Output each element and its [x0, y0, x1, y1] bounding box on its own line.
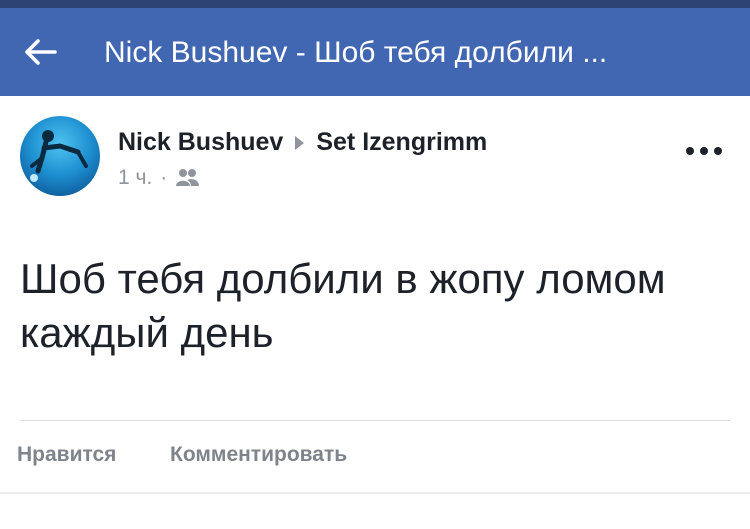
navigation-bar: Nick Bushuev - Шоб тебя долбили ...	[0, 8, 750, 96]
more-options-button[interactable]	[686, 144, 722, 158]
post-actions: Нравится Комментировать	[0, 421, 750, 491]
post-header: Nick Bushuev Set Izengrimm 1 ч. ·	[0, 96, 750, 206]
back-button[interactable]	[20, 34, 60, 70]
more-dot	[700, 147, 708, 155]
divider	[0, 492, 750, 494]
status-strip	[0, 0, 750, 8]
friends-icon	[175, 168, 201, 188]
avatar[interactable]	[20, 116, 100, 196]
like-button[interactable]: Нравится	[17, 443, 116, 467]
page-title: Nick Bushuev - Шоб тебя долбили ...	[104, 36, 608, 69]
target-name[interactable]: Set Izengrimm	[316, 128, 487, 157]
meta-separator: ·	[160, 166, 168, 189]
back-arrow-icon	[25, 39, 57, 65]
author-name[interactable]: Nick Bushuev	[118, 128, 283, 157]
post-meta: 1 ч. ·	[118, 166, 201, 190]
more-dots-icon	[686, 147, 694, 155]
comment-button[interactable]: Комментировать	[170, 443, 347, 467]
arrow-right-icon	[295, 135, 305, 150]
screen: Nick Bushuev - Шоб тебя долбили ... Nick…	[0, 0, 750, 529]
more-dot	[714, 147, 722, 155]
avatar-image	[20, 116, 100, 196]
post-text: Шоб тебя долбили в жопу ломом каждый ден…	[20, 255, 666, 356]
post-time[interactable]: 1 ч.	[118, 166, 152, 190]
author-line: Nick Bushuev Set Izengrimm	[118, 128, 487, 157]
